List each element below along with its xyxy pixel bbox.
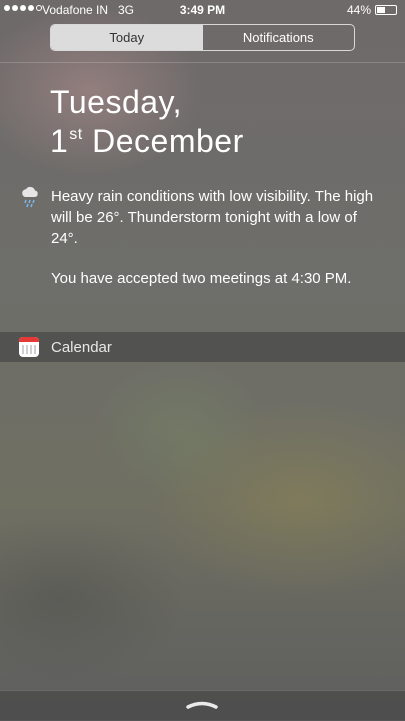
tab-today[interactable]: Today: [51, 25, 203, 50]
date-day-suffix: st: [69, 126, 83, 143]
calendar-icon: [19, 337, 39, 357]
tab-notifications[interactable]: Notifications: [203, 25, 355, 50]
battery-fill: [377, 7, 385, 13]
calendar-widget-title: Calendar: [51, 339, 112, 356]
status-bar: Vodafone IN 3G 3:49 PM 44%: [0, 0, 405, 20]
calendar-widget-header[interactable]: Calendar: [0, 332, 405, 362]
date-day-month: 1st December: [50, 123, 244, 160]
today-notifications-segmented-control: Today Notifications: [50, 24, 355, 51]
date-day-number: 1: [50, 123, 69, 159]
meetings-summary[interactable]: You have accepted two meetings at 4:30 P…: [51, 268, 386, 289]
weather-summary: Heavy rain conditions with low visibilit…: [51, 188, 374, 247]
date-month: December: [92, 123, 244, 159]
date-weekday: Tuesday,: [50, 84, 183, 120]
pull-handle-icon[interactable]: [186, 701, 218, 709]
rain-cloud-icon: [22, 186, 38, 208]
clock: 3:49 PM: [179, 3, 226, 17]
battery-icon: [375, 5, 397, 15]
divider: [0, 62, 405, 63]
bottom-handle-bar[interactable]: [0, 690, 405, 721]
battery-percent: 44%: [346, 3, 371, 17]
